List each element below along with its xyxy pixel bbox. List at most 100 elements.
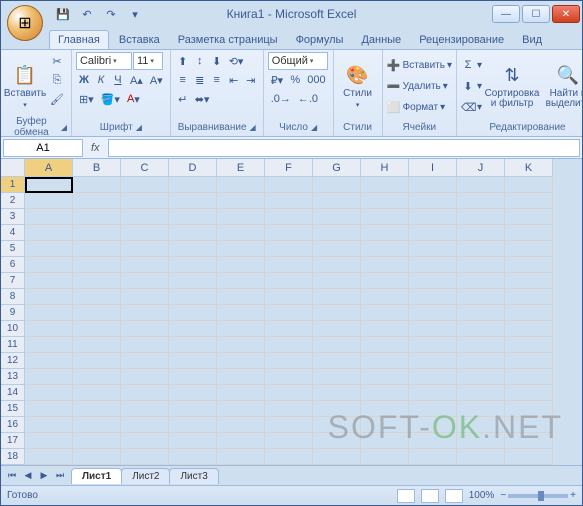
font-color-button[interactable]: A▾ [124, 90, 143, 108]
cell-J9[interactable] [457, 305, 505, 321]
cell-H17[interactable] [361, 433, 409, 449]
cell-B1[interactable] [73, 177, 121, 193]
cell-C13[interactable] [121, 369, 169, 385]
cell-G9[interactable] [313, 305, 361, 321]
cell-F6[interactable] [265, 257, 313, 273]
cell-E4[interactable] [217, 225, 265, 241]
cell-H12[interactable] [361, 353, 409, 369]
cell-C11[interactable] [121, 337, 169, 353]
cell-H16[interactable] [361, 417, 409, 433]
cell-I16[interactable] [409, 417, 457, 433]
currency-button[interactable]: ₽▾ [268, 71, 287, 89]
cell-A3[interactable] [25, 209, 73, 225]
cell-D10[interactable] [169, 321, 217, 337]
qat-customize[interactable]: ▾ [125, 5, 145, 23]
cell-I11[interactable] [409, 337, 457, 353]
cell-A15[interactable] [25, 401, 73, 417]
cell-H10[interactable] [361, 321, 409, 337]
cell-K9[interactable] [505, 305, 553, 321]
cell-A1[interactable] [25, 177, 73, 193]
cell-E8[interactable] [217, 289, 265, 305]
cell-H13[interactable] [361, 369, 409, 385]
cell-B10[interactable] [73, 321, 121, 337]
col-header-B[interactable]: B [73, 159, 121, 177]
cell-K5[interactable] [505, 241, 553, 257]
cell-K16[interactable] [505, 417, 553, 433]
cell-H8[interactable] [361, 289, 409, 305]
cell-E3[interactable] [217, 209, 265, 225]
cell-F4[interactable] [265, 225, 313, 241]
cell-C2[interactable] [121, 193, 169, 209]
row-header-16[interactable]: 16 [1, 417, 25, 433]
row-header-12[interactable]: 12 [1, 353, 25, 369]
col-header-D[interactable]: D [169, 159, 217, 177]
col-header-A[interactable]: A [25, 159, 73, 177]
cell-H14[interactable] [361, 385, 409, 401]
cell-C6[interactable] [121, 257, 169, 273]
cell-D8[interactable] [169, 289, 217, 305]
border-button[interactable]: ⊞▾ [76, 90, 97, 108]
percent-button[interactable]: % [287, 71, 303, 89]
cell-B13[interactable] [73, 369, 121, 385]
cell-K13[interactable] [505, 369, 553, 385]
decrease-indent-button[interactable]: ⇤ [226, 71, 242, 89]
cell-J2[interactable] [457, 193, 505, 209]
tab-home[interactable]: Главная [49, 30, 109, 49]
cell-G4[interactable] [313, 225, 361, 241]
maximize-button[interactable]: ☐ [522, 5, 550, 23]
cut-button[interactable]: ✂ [47, 52, 67, 70]
cell-I18[interactable] [409, 449, 457, 465]
cell-G16[interactable] [313, 417, 361, 433]
zoom-level[interactable]: 100% [469, 490, 495, 501]
cell-B16[interactable] [73, 417, 121, 433]
cell-E5[interactable] [217, 241, 265, 257]
row-header-13[interactable]: 13 [1, 369, 25, 385]
cell-C18[interactable] [121, 449, 169, 465]
cell-A4[interactable] [25, 225, 73, 241]
cell-A13[interactable] [25, 369, 73, 385]
cell-D18[interactable] [169, 449, 217, 465]
cell-G18[interactable] [313, 449, 361, 465]
cell-I3[interactable] [409, 209, 457, 225]
cell-I13[interactable] [409, 369, 457, 385]
zoom-out-button[interactable]: − [500, 490, 506, 501]
page-layout-view-button[interactable] [421, 489, 439, 503]
cell-E14[interactable] [217, 385, 265, 401]
cell-F13[interactable] [265, 369, 313, 385]
row-header-7[interactable]: 7 [1, 273, 25, 289]
cell-G12[interactable] [313, 353, 361, 369]
cell-F5[interactable] [265, 241, 313, 257]
cell-G6[interactable] [313, 257, 361, 273]
cell-I14[interactable] [409, 385, 457, 401]
cell-J16[interactable] [457, 417, 505, 433]
col-header-J[interactable]: J [457, 159, 505, 177]
increase-decimal-button[interactable]: .0→ [268, 90, 294, 108]
increase-indent-button[interactable]: ⇥ [243, 71, 259, 89]
cell-K8[interactable] [505, 289, 553, 305]
row-header-18[interactable]: 18 [1, 449, 25, 465]
bold-button[interactable]: Ж [76, 71, 92, 89]
cell-E17[interactable] [217, 433, 265, 449]
cell-C7[interactable] [121, 273, 169, 289]
cell-E15[interactable] [217, 401, 265, 417]
cell-K12[interactable] [505, 353, 553, 369]
cell-H1[interactable] [361, 177, 409, 193]
cell-E9[interactable] [217, 305, 265, 321]
cell-C17[interactable] [121, 433, 169, 449]
col-header-G[interactable]: G [313, 159, 361, 177]
cell-J1[interactable] [457, 177, 505, 193]
cell-B4[interactable] [73, 225, 121, 241]
cell-K6[interactable] [505, 257, 553, 273]
cell-D7[interactable] [169, 273, 217, 289]
cell-H9[interactable] [361, 305, 409, 321]
cell-C1[interactable] [121, 177, 169, 193]
cell-A6[interactable] [25, 257, 73, 273]
row-header-1[interactable]: 1 [1, 177, 25, 193]
office-button[interactable]: ⊞ [7, 5, 43, 41]
cell-F2[interactable] [265, 193, 313, 209]
cell-D3[interactable] [169, 209, 217, 225]
fx-icon[interactable]: fx [87, 142, 104, 154]
copy-button[interactable]: ⎘ [47, 71, 67, 89]
cell-I9[interactable] [409, 305, 457, 321]
cell-B9[interactable] [73, 305, 121, 321]
